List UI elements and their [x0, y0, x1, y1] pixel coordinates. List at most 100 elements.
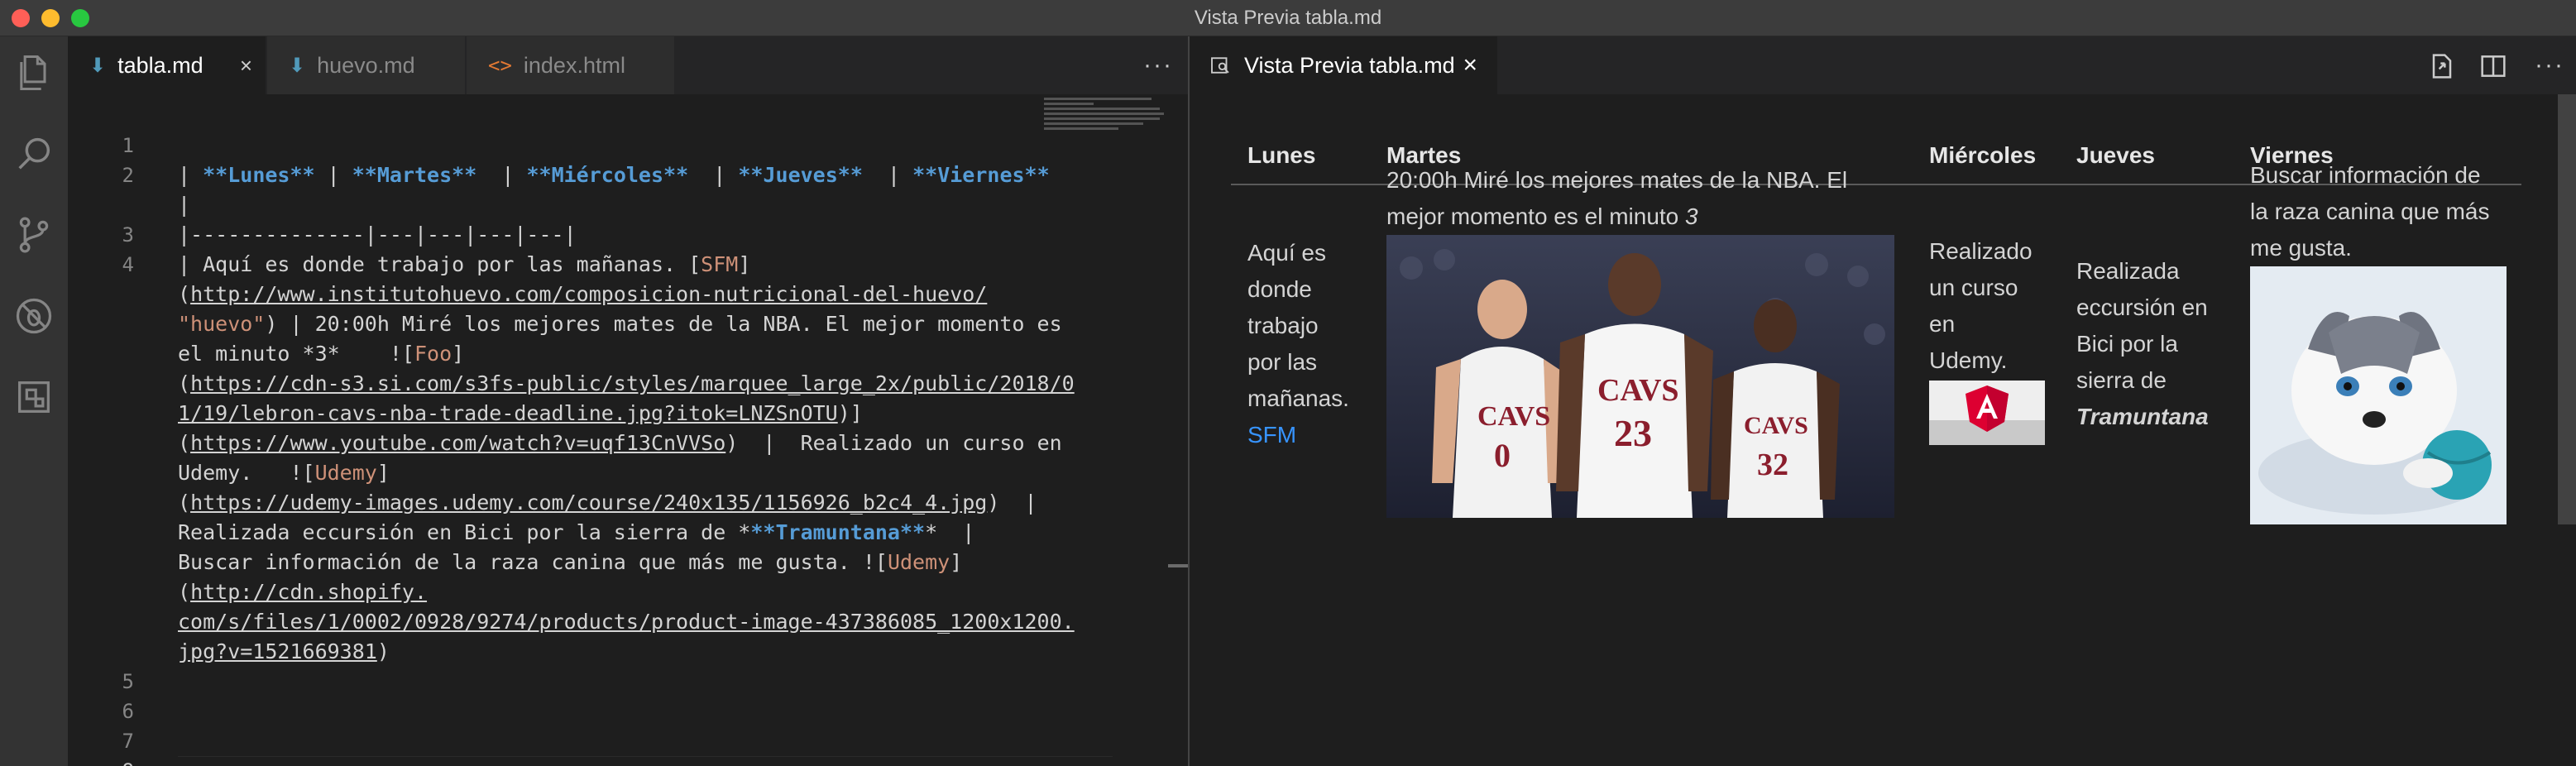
- code-line-4-wrap: (http://www.institutohuevo.com/composici…: [178, 280, 1113, 309]
- angular-illustration: [1929, 381, 2045, 445]
- code-token: (: [178, 371, 191, 395]
- code-token: **Miércoles**: [526, 163, 689, 187]
- markdown-icon: ⬇: [89, 54, 107, 77]
- code-token: * |: [925, 520, 975, 544]
- angular-course-image[interactable]: [1929, 381, 2045, 445]
- code-url[interactable]: 1/19/lebron-cavs-nba-trade-deadline.jpg?…: [178, 401, 838, 425]
- tab-label: tabla.md: [117, 52, 203, 78]
- tab-label: index.html: [523, 52, 625, 78]
- code-line-4-wrap: "huevo") | 20:00h Miré los mejores mates…: [178, 309, 1113, 339]
- line-number: 2: [122, 164, 134, 187]
- code-line-4-wrap: com/s/files/1/0002/0928/9274/products/pr…: [178, 607, 1113, 637]
- code-token: **Viernes**: [912, 163, 1050, 187]
- code-token: SFM: [701, 252, 739, 276]
- minimap[interactable]: [1044, 94, 1168, 152]
- code-token: ) | Realizado un curso en: [725, 431, 1062, 455]
- code-token: (: [178, 282, 191, 306]
- current-line-highlight: [178, 756, 1113, 766]
- code-line-4: | Aquí es donde trabajo por las mañanas.…: [178, 250, 1113, 280]
- code-token: ]: [376, 461, 390, 485]
- code-token: "huevo": [178, 312, 266, 336]
- code-token: el minuto *3* ![: [178, 342, 414, 366]
- window-title: Vista Previa tabla.md: [1194, 7, 1382, 29]
- code-line-4-wrap: 1/19/lebron-cavs-nba-trade-deadline.jpg?…: [178, 399, 1113, 428]
- tab-tabla-md[interactable]: ⬇ tabla.md ×: [68, 36, 266, 94]
- extensions-icon[interactable]: [11, 374, 57, 420]
- minimap-line: [1044, 98, 1152, 100]
- code-url[interactable]: jpg?v=1521669381: [178, 639, 377, 663]
- cell-text: la raza canina que más: [2250, 199, 2490, 224]
- tab-vista-previa[interactable]: Vista Previa tabla.md ×: [1190, 36, 1497, 94]
- cell-text-part: mejor momento es el minuto: [1386, 203, 1686, 229]
- code-line-3: |--------------|---|---|---|---|: [178, 223, 577, 247]
- code-url[interactable]: https://www.youtube.com/watch?v=uqf13CnV…: [190, 431, 725, 455]
- tab-huevo-md[interactable]: ⬇ huevo.md: [267, 36, 466, 94]
- code-token: )]: [837, 401, 863, 425]
- sfm-link[interactable]: SFM: [1247, 422, 1296, 448]
- html-icon: <>: [488, 54, 512, 77]
- nba-players-image[interactable]: CAVS 0 CAVS 23 CAVS 32: [1386, 235, 1894, 518]
- code-token: (: [178, 431, 191, 455]
- cell-text: un curso: [1929, 275, 2018, 300]
- code-token: Udemy: [314, 461, 377, 485]
- code-url[interactable]: https://cdn-s3.si.com/s3fs-public/styles…: [190, 371, 1075, 395]
- table-header-jueves: Jueves: [2076, 142, 2155, 168]
- code-token: (: [178, 580, 191, 604]
- more-actions-icon[interactable]: ···: [1143, 51, 1173, 79]
- code-line-4-wrap: (https://www.youtube.com/watch?v=uqf13Cn…: [178, 428, 1113, 458]
- code-token: | Aquí es donde trabajo por las mañanas.…: [178, 252, 701, 276]
- tab-index-html[interactable]: <> index.html: [467, 36, 675, 94]
- cell-text: Aquí es: [1247, 240, 1326, 266]
- code-url[interactable]: http://cdn.shopify.: [190, 580, 427, 604]
- code-token: Realizada eccursión en Bici por la sierr…: [178, 520, 751, 544]
- source-control-icon[interactable]: [11, 212, 57, 258]
- svg-text:CAVS: CAVS: [1597, 373, 1679, 408]
- preview-group: Vista Previa tabla.md × ··· Lunes Martes…: [1190, 36, 2576, 766]
- cell-text: mejor momento es el minuto 3: [1386, 199, 1847, 235]
- cell-text: mañanas.: [1247, 385, 1349, 411]
- files-icon[interactable]: [11, 50, 57, 96]
- close-icon[interactable]: ×: [240, 53, 252, 79]
- cell-text: por las: [1247, 349, 1318, 375]
- preview-scrollbar[interactable]: [2558, 94, 2576, 524]
- code-url[interactable]: https://udemy-images.udemy.com/course/24…: [190, 491, 987, 515]
- cell-text: Realizada: [2076, 258, 2180, 284]
- husky-illustration: [2250, 266, 2507, 524]
- line-number: 1: [122, 134, 134, 157]
- code-token: **Lunes**: [203, 163, 315, 187]
- code-token: |: [862, 163, 913, 187]
- code-token: |: [314, 163, 352, 187]
- line-number: 6: [122, 700, 134, 723]
- code-token: Buscar información de la raza canina que…: [178, 550, 888, 574]
- code-editor[interactable]: 1 2 3 4 5 6 7 8 | **Lunes** | **Martes**…: [68, 94, 1188, 766]
- code-line-4-wrap: Udemy. ![Udemy]: [178, 458, 1113, 488]
- cell-text: sierra de: [2076, 367, 2167, 393]
- table-cell-jueves: Realizada eccursión en Bici por la sierr…: [2076, 253, 2209, 435]
- code-line-4-wrap: (https://cdn-s3.si.com/s3fs-public/style…: [178, 369, 1113, 399]
- code-token: ]: [738, 252, 751, 276]
- search-icon[interactable]: [11, 131, 57, 177]
- editor-group: ⬇ tabla.md × ⬇ huevo.md <> index.html ··…: [68, 36, 1188, 766]
- code-url[interactable]: com/s/files/1/0002/0928/9274/products/pr…: [178, 610, 1075, 634]
- cell-text: Bici por la: [2076, 331, 2178, 357]
- split-editor-icon[interactable]: [2477, 50, 2510, 83]
- open-source-icon[interactable]: [2425, 50, 2459, 83]
- preview-tab-bar: Vista Previa tabla.md × ···: [1190, 36, 2576, 94]
- table-cell-lunes: Aquí es donde trabajo por las mañanas. S…: [1247, 235, 1349, 453]
- code-token: Udemy. ![: [178, 461, 315, 485]
- code-url[interactable]: http://www.institutohuevo.com/composicio…: [190, 282, 987, 306]
- code-token: ) |: [987, 491, 1037, 515]
- more-actions-icon[interactable]: ···: [2535, 51, 2564, 79]
- code-line-4-wrap: el minuto *3* ![Foo]: [178, 339, 1113, 369]
- table-header-lunes: Lunes: [1247, 142, 1316, 168]
- scrollbar-marker[interactable]: [1168, 564, 1188, 567]
- code-line-4-wrap: (http://cdn.shopify.: [178, 577, 1113, 607]
- tab-label: Vista Previa tabla.md: [1244, 52, 1455, 78]
- markdown-preview: Lunes Martes Miércoles Jueves Viernes Aq…: [1190, 94, 2576, 766]
- code-token: ]: [950, 550, 963, 574]
- debug-icon[interactable]: [11, 293, 57, 339]
- editor-tab-bar: ⬇ tabla.md × ⬇ huevo.md <> index.html ··…: [68, 36, 1188, 94]
- husky-puppy-image[interactable]: [2250, 266, 2507, 524]
- close-icon[interactable]: ×: [1463, 51, 1477, 79]
- code-token: ]: [452, 342, 465, 366]
